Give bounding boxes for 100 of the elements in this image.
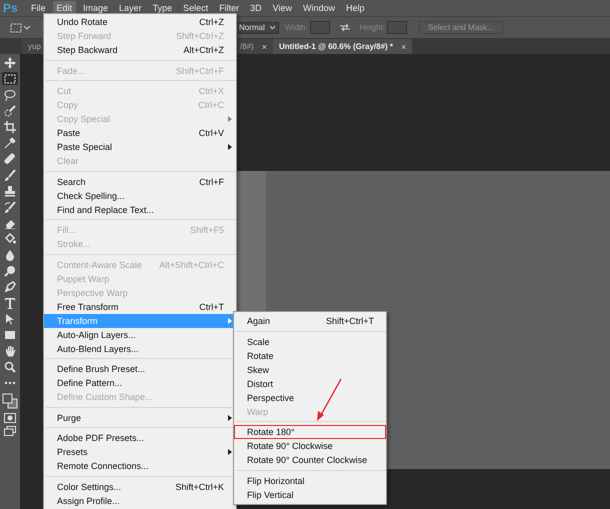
tool-button[interactable] [2, 280, 18, 293]
rectangle-icon [4, 328, 16, 340]
tool-button[interactable] [2, 168, 18, 181]
marquee-icon[interactable] [10, 22, 22, 34]
eyedropper-icon [4, 136, 16, 148]
menu-title[interactable]: Select [179, 1, 212, 15]
tool-button[interactable] [2, 232, 18, 245]
tool-button[interactable] [2, 296, 18, 309]
menu-item[interactable]: Flip Vertical [234, 488, 386, 502]
tool-button[interactable] [2, 88, 18, 101]
tool-button[interactable] [2, 264, 18, 277]
shortcut-label: Shift+Ctrl+T [326, 316, 374, 326]
width-field[interactable] [310, 21, 330, 34]
shortcut-label: Ctrl+C [198, 100, 224, 110]
blend-mode-dropdown[interactable]: Normal [235, 22, 279, 34]
quick-mask-icon[interactable] [4, 413, 16, 423]
color-swatches-icon[interactable] [2, 392, 18, 410]
move-icon [4, 56, 16, 68]
menu-item[interactable]: Check Spelling... [44, 188, 236, 202]
lasso-icon [4, 88, 16, 100]
menu-item[interactable]: Paste Ctrl+V [44, 126, 236, 140]
bucket-icon [4, 232, 16, 244]
menu-item[interactable]: Rotate 90° Counter Clockwise [234, 453, 386, 467]
menu-item[interactable]: Remote Connections... [44, 459, 236, 473]
menu-title[interactable]: View [268, 1, 296, 15]
menu-item[interactable]: Free Transform Ctrl+T [44, 300, 236, 314]
zoom-icon [4, 360, 16, 372]
menu-title[interactable]: 3D [246, 1, 266, 15]
crop-icon [4, 120, 16, 132]
stamp-icon [4, 184, 16, 196]
menu-item[interactable]: Purge [44, 410, 236, 424]
menu-item[interactable]: Step Backward Alt+Ctrl+Z [44, 43, 236, 57]
menu-item[interactable]: Paste Special [44, 140, 236, 154]
menu-item[interactable]: Rotate 90° Clockwise [234, 439, 386, 453]
menu-item[interactable]: Rotate [234, 348, 386, 362]
menu-item[interactable]: Perspective [234, 390, 386, 404]
drop-icon [4, 248, 16, 260]
screen-mode-icon[interactable] [4, 426, 16, 436]
tool-button[interactable] [2, 120, 18, 133]
menu-item[interactable]: Presets [44, 445, 236, 459]
menu-item[interactable]: Distort [234, 376, 386, 390]
tool-button[interactable] [2, 360, 18, 373]
tool-button[interactable] [2, 184, 18, 197]
shortcut-label: Alt+Ctrl+Z [183, 45, 224, 55]
menu-item[interactable]: Auto-Align Layers... [44, 328, 236, 342]
shortcut-label: Alt+Shift+Ctrl+C [159, 260, 224, 270]
menu-item[interactable]: Find and Replace Text... [44, 202, 236, 216]
shortcut-label: Shift+Ctrl+K [175, 482, 224, 492]
menu-title[interactable]: File [27, 1, 50, 15]
pen-icon [4, 280, 16, 292]
menu-item[interactable]: Search Ctrl+F [44, 174, 236, 188]
height-field[interactable] [387, 21, 408, 34]
bandage-icon [4, 152, 16, 164]
menu-item[interactable]: Undo Rotate Ctrl+Z [44, 15, 236, 29]
shortcut-label: Ctrl+T [199, 302, 224, 312]
menu-title[interactable]: Filter [215, 1, 244, 15]
menu-item[interactable]: Color Settings... Shift+Ctrl+K [44, 480, 236, 494]
history-brush-icon [4, 200, 16, 212]
menu-item[interactable]: Rotate 180° [234, 425, 386, 439]
tool-button[interactable] [2, 136, 18, 149]
caret-icon [270, 26, 275, 29]
menu-item[interactable]: Adobe PDF Presets... [44, 431, 236, 445]
close-icon[interactable]: × [401, 42, 406, 52]
dodge-icon [4, 264, 16, 276]
tool-button[interactable] [2, 328, 18, 341]
shortcut-label: Ctrl+X [198, 86, 224, 96]
tool-button[interactable] [2, 104, 18, 117]
pointer-icon [4, 312, 16, 324]
menu-item[interactable]: Scale [234, 334, 386, 348]
shortcut-label: Ctrl+Z [199, 17, 224, 27]
tool-button[interactable] [2, 56, 18, 69]
menu-title[interactable]: Type [148, 1, 176, 15]
menu-title[interactable]: Image [79, 1, 112, 15]
type-tool-icon [4, 296, 16, 308]
tool-button[interactable] [2, 200, 18, 213]
menu-title[interactable]: Window [298, 1, 339, 15]
arrow-annotation [317, 378, 342, 421]
menu-item[interactable]: Flip Horizontal [234, 474, 386, 488]
menu-title[interactable]: Layer [115, 1, 146, 15]
tool-button[interactable] [2, 72, 18, 85]
menu-title[interactable]: Help [342, 1, 368, 15]
menu-item[interactable]: Define Pattern... [44, 376, 236, 390]
menu-item[interactable]: Assign Profile... [44, 494, 236, 508]
menu-item[interactable]: Define Brush Preset... [44, 362, 236, 376]
menu-item[interactable]: Auto-Blend Layers... [44, 342, 236, 356]
menu-item[interactable]: Skew [234, 362, 386, 376]
shortcut-label: Ctrl+V [198, 128, 224, 138]
quick-selection-icon [4, 104, 16, 116]
brush-icon [4, 168, 16, 180]
menu-item[interactable]: Again Shift+Ctrl+T [234, 314, 386, 328]
shortcut-label: Ctrl+F [199, 176, 224, 186]
shortcut-label: Shift+Ctrl+Z [176, 31, 224, 41]
caret-icon[interactable] [24, 26, 30, 30]
hand-icon [4, 344, 16, 356]
shortcut-label: Shift+Ctrl+F [176, 66, 224, 76]
close-icon[interactable]: × [262, 42, 267, 52]
document-tab[interactable]: Untitled-1 @ 60.6% (Gray/8#) * × [272, 39, 412, 54]
marquee-icon [4, 72, 16, 84]
app-logo: Ps [3, 1, 19, 15]
swap-icon[interactable] [340, 23, 350, 32]
